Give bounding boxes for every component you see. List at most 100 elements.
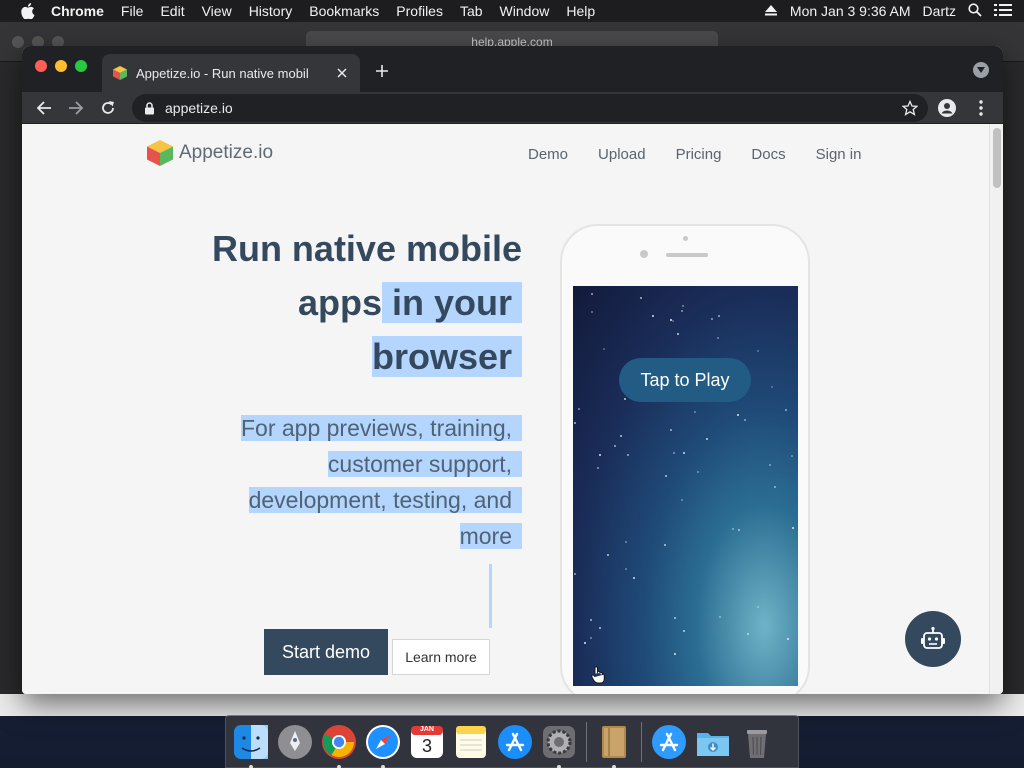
phone-sensor <box>683 236 688 241</box>
profile-avatar-icon[interactable] <box>937 98 957 118</box>
menu-help[interactable]: Help <box>566 3 595 19</box>
screen-star <box>674 617 676 619</box>
nav-upload[interactable]: Upload <box>598 146 646 163</box>
screen-star <box>738 529 740 531</box>
minimize-window-button[interactable] <box>55 60 67 72</box>
site-logo[interactable]: Appetize.io <box>145 138 273 168</box>
menu-file[interactable]: File <box>121 3 144 19</box>
site-nav: Demo Upload Pricing Docs Sign in <box>528 146 891 163</box>
lock-icon[interactable] <box>144 101 156 115</box>
screen-star <box>769 464 771 466</box>
phone-camera <box>640 250 648 258</box>
robot-icon <box>921 626 945 649</box>
nav-sign-in[interactable]: Sign in <box>816 146 862 163</box>
screen-star <box>603 348 605 350</box>
start-demo-button[interactable]: Start demo <box>264 629 388 675</box>
window-controls <box>35 60 87 72</box>
calendar-icon[interactable]: JAN 3 <box>408 723 446 761</box>
screen-star <box>672 320 674 322</box>
screen-star <box>625 568 627 570</box>
screen-star <box>711 318 713 320</box>
screen-star <box>584 642 586 644</box>
hero-title-line-2b: in your <box>381 282 522 323</box>
scrollbar-thumb[interactable] <box>993 128 1001 188</box>
screen-star <box>785 409 787 411</box>
menu-tab[interactable]: Tab <box>460 3 483 19</box>
calendar-day: 3 <box>421 735 432 756</box>
notes-icon[interactable] <box>452 723 490 761</box>
menubar-user[interactable]: Dartz <box>923 3 956 19</box>
browser-menu-icon[interactable] <box>971 98 991 118</box>
tap-to-play-button[interactable]: Tap to Play <box>619 358 751 402</box>
app-store-icon[interactable] <box>496 723 534 761</box>
menubar-clock[interactable]: Mon Jan 3 9:36 AM <box>790 3 911 19</box>
learn-more-button[interactable]: Learn more <box>392 639 490 675</box>
hero-title-line-1: Run native mobile <box>211 228 522 269</box>
screen-star <box>737 414 739 416</box>
screen-star <box>757 606 759 608</box>
back-arrow-icon[interactable] <box>34 98 54 118</box>
browser-tab[interactable]: Appetize.io - Run native mobile apps in … <box>102 54 360 92</box>
app-store-folder-icon[interactable] <box>650 723 688 761</box>
downloads-folder-icon[interactable] <box>694 723 732 761</box>
menu-history[interactable]: History <box>249 3 293 19</box>
tab-search-icon[interactable] <box>973 62 989 78</box>
dock-separator-2 <box>641 721 642 762</box>
menu-edit[interactable]: Edit <box>160 3 184 19</box>
finder-icon[interactable] <box>232 723 270 768</box>
nav-demo[interactable]: Demo <box>528 146 568 163</box>
nav-docs[interactable]: Docs <box>751 146 785 163</box>
screen-star <box>681 499 683 501</box>
menu-window[interactable]: Window <box>500 3 550 19</box>
hero-title-line-2a: apps <box>297 282 382 323</box>
safari-icon[interactable] <box>364 723 402 768</box>
tab-title: Appetize.io - Run native mobile apps in … <box>136 65 308 81</box>
screen-star <box>771 386 773 388</box>
hero-sub-line-2: customer support, <box>327 451 522 477</box>
forward-arrow-icon[interactable] <box>66 98 86 118</box>
screen-star <box>614 445 616 447</box>
screen-star <box>620 435 622 437</box>
address-bar-url: appetize.io <box>165 100 233 116</box>
new-tab-icon[interactable] <box>372 61 392 81</box>
bookmark-star-icon[interactable] <box>901 99 919 116</box>
calendar-month: JAN <box>419 725 434 733</box>
screen-star <box>717 337 719 339</box>
zoom-window-button[interactable] <box>75 60 87 72</box>
dock-separator <box>586 721 587 762</box>
menu-view[interactable]: View <box>202 3 232 19</box>
page-scrollbar[interactable] <box>989 124 1003 694</box>
nav-pricing[interactable]: Pricing <box>676 146 722 163</box>
screen-star <box>787 638 789 640</box>
screen-star <box>578 408 580 410</box>
menu-app-name[interactable]: Chrome <box>51 3 104 19</box>
control-center-icon[interactable] <box>994 3 1012 20</box>
books-icon[interactable] <box>595 723 633 768</box>
screen-star <box>627 454 629 456</box>
menu-profiles[interactable]: Profiles <box>396 3 443 19</box>
phone-screen[interactable]: Tap to Play <box>573 286 798 686</box>
chat-bot-button[interactable] <box>905 611 961 667</box>
screen-star <box>791 455 793 457</box>
hero-sub-line-3: development, testing, and <box>248 487 522 513</box>
screen-star <box>574 573 576 575</box>
menu-bookmarks[interactable]: Bookmarks <box>309 3 379 19</box>
close-window-button[interactable] <box>35 60 47 72</box>
screen-star <box>677 333 679 335</box>
apple-menu-icon[interactable] <box>19 0 37 22</box>
hero-sub-line-1: For app previews, training, <box>240 415 522 441</box>
trash-icon[interactable] <box>738 723 776 761</box>
dock: JAN 3 <box>225 715 799 768</box>
reload-icon[interactable] <box>98 98 118 118</box>
tab-close-icon[interactable] <box>334 65 350 81</box>
phone-speaker <box>666 253 708 257</box>
eject-icon[interactable] <box>764 3 778 19</box>
address-bar[interactable]: appetize.io <box>132 94 928 122</box>
chrome-icon[interactable] <box>320 723 358 768</box>
spotlight-search-icon[interactable] <box>968 2 982 20</box>
screen-star <box>599 627 601 629</box>
screen-star <box>681 310 683 312</box>
system-preferences-icon[interactable] <box>540 723 578 768</box>
launchpad-icon[interactable] <box>276 723 314 761</box>
chrome-window: Appetize.io - Run native mobile apps in … <box>22 46 1003 694</box>
